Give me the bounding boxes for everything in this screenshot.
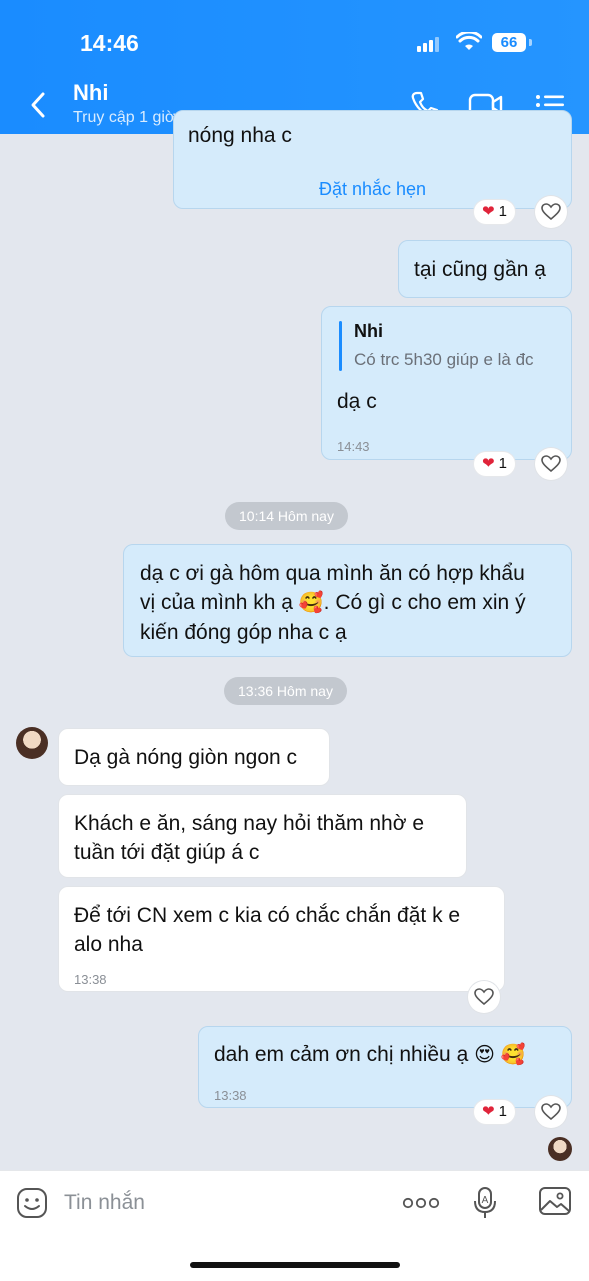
heart-eyes-emoji: 😍 [474, 1044, 495, 1066]
date-separator: 13:36 Hôm nay [224, 677, 347, 705]
message-text: dạ c ơi gà hôm qua mình ăn có hợp khẩu v… [140, 559, 526, 647]
message-bubble-incoming[interactable]: Dạ gà nóng giòn ngon c [58, 728, 330, 786]
message-bubble-outgoing[interactable]: nóng nha c Đặt nhắc hẹn [173, 110, 572, 209]
heart-reaction-icon: ❤ [482, 1103, 495, 1120]
message-line: kiến đóng góp nha c ạ [140, 621, 347, 644]
message-line: vị của mình kh ạ 🥰. Có gì c cho em xin ý [140, 588, 526, 618]
message-bubble-outgoing[interactable]: Nhi Có trc 5h30 giúp e là đc dạ c 14:43 [321, 306, 572, 460]
react-button[interactable] [468, 981, 500, 1013]
contact-avatar[interactable] [16, 727, 48, 759]
react-button[interactable] [535, 1096, 567, 1128]
image-gallery-icon[interactable] [538, 1186, 572, 1218]
react-button[interactable] [535, 196, 567, 228]
battery-icon: 66 [492, 33, 526, 52]
message-line: Để tới CN xem c kia có chắc chắn đặt k e [74, 904, 461, 927]
smiling-hearts-emoji: 🥰 [298, 592, 324, 614]
message-line: alo nha [74, 933, 143, 956]
quote-text: Có trc 5h30 giúp e là đc [354, 350, 534, 369]
reaction-count: 1 [498, 203, 507, 220]
message-time: 13:38 [214, 1088, 247, 1103]
message-text: Để tới CN xem c kia có chắc chắn đặt k e… [74, 901, 460, 959]
sticker-emoji-icon[interactable] [16, 1187, 48, 1219]
status-time: 14:46 [80, 30, 139, 56]
message-text-part: . Có gì c cho em xin ý [323, 591, 526, 614]
message-text-part: dah em cảm ơn chị nhiều ạ [214, 1043, 469, 1066]
message-bubble-outgoing[interactable]: dạ c ơi gà hôm qua mình ăn có hợp khẩu v… [123, 544, 572, 657]
more-options-icon[interactable] [402, 1197, 440, 1209]
message-bubble-outgoing[interactable]: dah em cảm ơn chị nhiều ạ 😍 🥰 13:38 [198, 1026, 572, 1108]
date-separator: 10:14 Hôm nay [225, 502, 348, 530]
message-bubble-incoming[interactable]: Để tới CN xem c kia có chắc chắn đặt k e… [58, 886, 505, 992]
reaction-badge[interactable]: ❤ 1 [474, 1100, 515, 1124]
react-button[interactable] [535, 448, 567, 480]
message-text: Khách e ăn, sáng nay hỏi thăm nhờ e tuần… [74, 809, 424, 867]
heart-outline-icon [474, 988, 494, 1006]
reaction-badge[interactable]: ❤ 1 [474, 452, 515, 476]
message-time: 13:38 [74, 972, 107, 987]
set-reminder-link[interactable]: Đặt nhắc hẹn [174, 175, 571, 204]
message-input[interactable]: Tin nhắn [64, 1191, 145, 1215]
heart-outline-icon [541, 455, 561, 473]
message-line: dạ c ơi gà hôm qua mình ăn có hợp khẩu [140, 562, 525, 585]
quote-author: Nhi [354, 321, 383, 341]
message-text: tại cũng gần ạ [414, 258, 546, 281]
reaction-badge[interactable]: ❤ 1 [474, 200, 515, 224]
contact-name[interactable]: Nhi [73, 80, 108, 106]
battery-cap [529, 39, 532, 46]
voice-microphone-icon[interactable]: A [472, 1186, 498, 1220]
heart-reaction-icon: ❤ [482, 203, 495, 220]
message-line: Khách e ăn, sáng nay hỏi thăm nhờ e [74, 812, 425, 835]
message-text-part: vị của mình kh ạ [140, 591, 293, 614]
message-bubble-incoming[interactable]: Khách e ăn, sáng nay hỏi thăm nhờ e tuần… [58, 794, 467, 878]
message-text: Dạ gà nóng giòn ngon c [74, 746, 298, 769]
svg-text:A: A [482, 1195, 489, 1206]
quote-bar [339, 321, 342, 371]
message-text: dạ c [337, 390, 377, 413]
message-time: 14:43 [337, 439, 370, 454]
message-bubble-outgoing[interactable]: tại cũng gần ạ [398, 240, 572, 298]
heart-reaction-icon: ❤ [482, 455, 495, 472]
message-text-partial: nóng nha c [188, 124, 292, 147]
reaction-count: 1 [498, 1103, 507, 1120]
message-line: tuần tới đặt giúp á c [74, 841, 260, 864]
message-text: dah em cảm ơn chị nhiều ạ 😍 🥰 [214, 1040, 526, 1070]
smiling-hearts-emoji: 🥰 [500, 1044, 526, 1066]
cellular-signal-icon [417, 36, 443, 52]
reaction-count: 1 [498, 455, 507, 472]
home-indicator [190, 1262, 400, 1268]
heart-outline-icon [541, 1103, 561, 1121]
heart-outline-icon [541, 203, 561, 221]
wifi-icon [456, 32, 482, 50]
back-arrow-icon[interactable] [28, 90, 48, 120]
seen-avatar [548, 1137, 572, 1161]
